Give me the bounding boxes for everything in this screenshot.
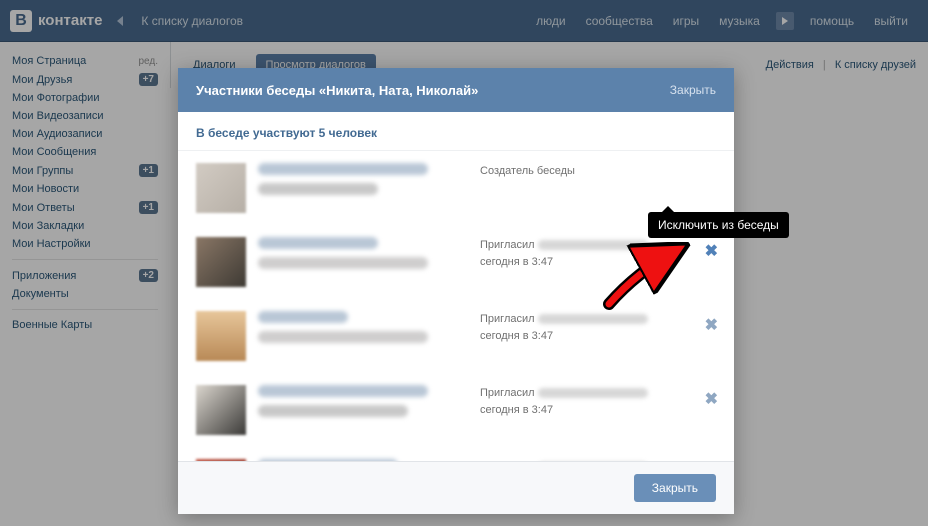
- blurred-subtext: [258, 405, 408, 417]
- member-invite-info: Пригласил: [480, 459, 689, 461]
- participants-modal: Участники беседы «Никита, Ната, Николай»…: [178, 68, 734, 514]
- member-name-col: [258, 385, 468, 425]
- blurred-subtext: [258, 257, 428, 269]
- modal-subtitle: В беседе участвуют 5 человек: [178, 112, 734, 151]
- invite-time: сегодня в 3:47: [480, 330, 553, 342]
- invited-label: Пригласил: [480, 387, 535, 399]
- avatar[interactable]: [196, 237, 246, 287]
- invited-label: Пригласил: [480, 313, 535, 325]
- invite-time: сегодня в 3:47: [480, 404, 553, 416]
- modal-body[interactable]: Создатель беседы Пригласил сегодня в 3:4…: [178, 151, 734, 461]
- modal-title: Участники беседы «Никита, Ната, Николай»: [196, 83, 478, 98]
- avatar[interactable]: [196, 385, 246, 435]
- remove-member-icon[interactable]: ✖: [701, 239, 722, 263]
- member-name-col: [258, 311, 468, 351]
- member-invite-info: Пригласил сегодня в 3:47: [480, 237, 689, 270]
- blurred-name: [258, 459, 398, 461]
- member-name-col: [258, 237, 468, 277]
- close-button[interactable]: Закрыть: [634, 474, 716, 502]
- blurred-inviter: [538, 240, 648, 250]
- blurred-subtext: [258, 331, 428, 343]
- member-name-col: [258, 163, 468, 203]
- member-name-col: [258, 459, 468, 461]
- invite-time: сегодня в 3:47: [480, 256, 553, 268]
- member-invite-info: Пригласил сегодня в 3:47: [480, 385, 689, 418]
- remove-member-icon[interactable]: ✖: [701, 387, 722, 411]
- exclude-tooltip: Исключить из беседы: [648, 212, 789, 238]
- remove-member-icon[interactable]: ✖: [701, 313, 722, 337]
- blurred-name: [258, 163, 428, 175]
- blurred-inviter: [538, 388, 648, 398]
- modal-footer: Закрыть: [178, 461, 734, 514]
- member-role: Создатель беседы: [480, 163, 722, 180]
- blurred-name: [258, 311, 348, 323]
- avatar[interactable]: [196, 311, 246, 361]
- avatar[interactable]: [196, 459, 246, 461]
- member-row: Пригласил сегодня в 3:47 ✖: [196, 373, 728, 447]
- member-row: Пригласил ✖: [196, 447, 728, 461]
- avatar[interactable]: [196, 163, 246, 213]
- blurred-name: [258, 237, 378, 249]
- invited-label: Пригласил: [480, 239, 535, 251]
- blurred-subtext: [258, 183, 378, 195]
- member-invite-info: Пригласил сегодня в 3:47: [480, 311, 689, 344]
- blurred-name: [258, 385, 428, 397]
- modal-close-link[interactable]: Закрыть: [670, 83, 716, 97]
- member-row: Пригласил сегодня в 3:47 ✖: [196, 299, 728, 373]
- modal-header: Участники беседы «Никита, Ната, Николай»…: [178, 68, 734, 112]
- blurred-inviter: [538, 314, 648, 324]
